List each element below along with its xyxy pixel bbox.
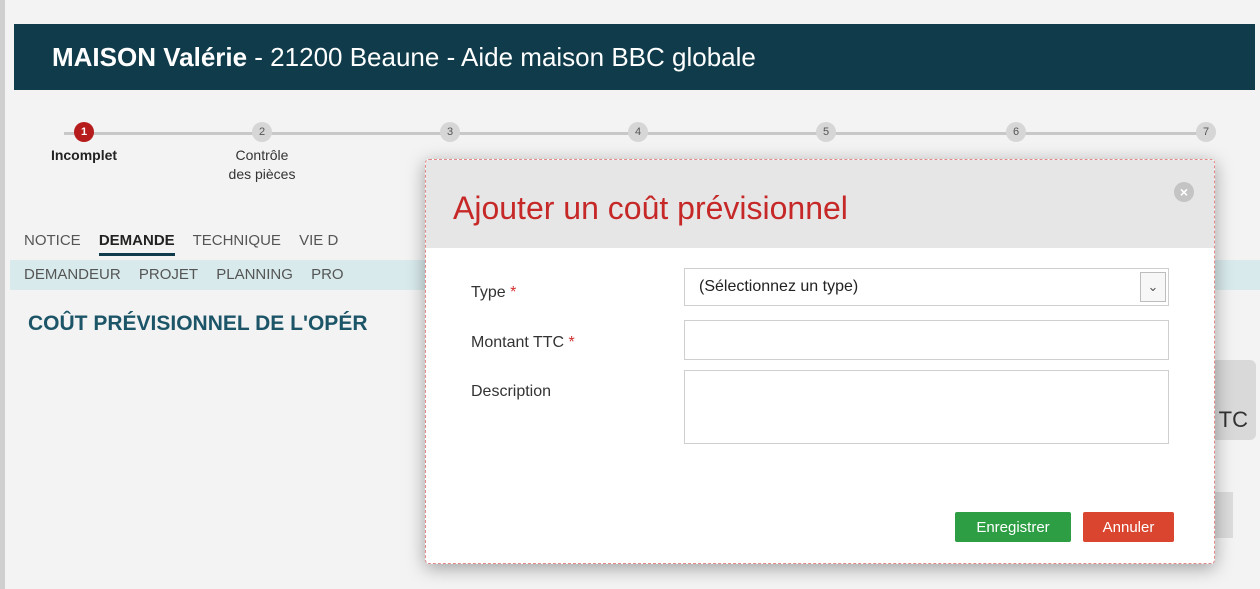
description-label: Description: [471, 383, 552, 400]
type-select-value: (Sélectionnez un type): [699, 278, 859, 295]
required-marker: *: [510, 284, 517, 301]
chevron-down-icon[interactable]: ⌄: [1140, 272, 1166, 302]
type-label-text: Type: [471, 284, 506, 301]
add-cost-modal: Ajouter un coût prévisionnel × Type * (S…: [425, 159, 1215, 564]
modal-title: Ajouter un coût prévisionnel: [453, 190, 848, 226]
amount-label: Montant TTC *: [471, 334, 575, 352]
type-select[interactable]: (Sélectionnez un type) ⌄: [684, 268, 1169, 306]
close-icon[interactable]: ×: [1174, 182, 1194, 202]
save-button[interactable]: Enregistrer: [955, 512, 1071, 542]
cancel-button[interactable]: Annuler: [1083, 512, 1174, 542]
amount-input[interactable]: [684, 320, 1169, 360]
amount-label-text: Montant TTC: [471, 334, 565, 351]
description-textarea[interactable]: [684, 370, 1169, 444]
type-label: Type *: [471, 284, 516, 302]
modal-header: Ajouter un coût prévisionnel ×: [426, 160, 1214, 248]
required-marker: *: [568, 334, 575, 351]
